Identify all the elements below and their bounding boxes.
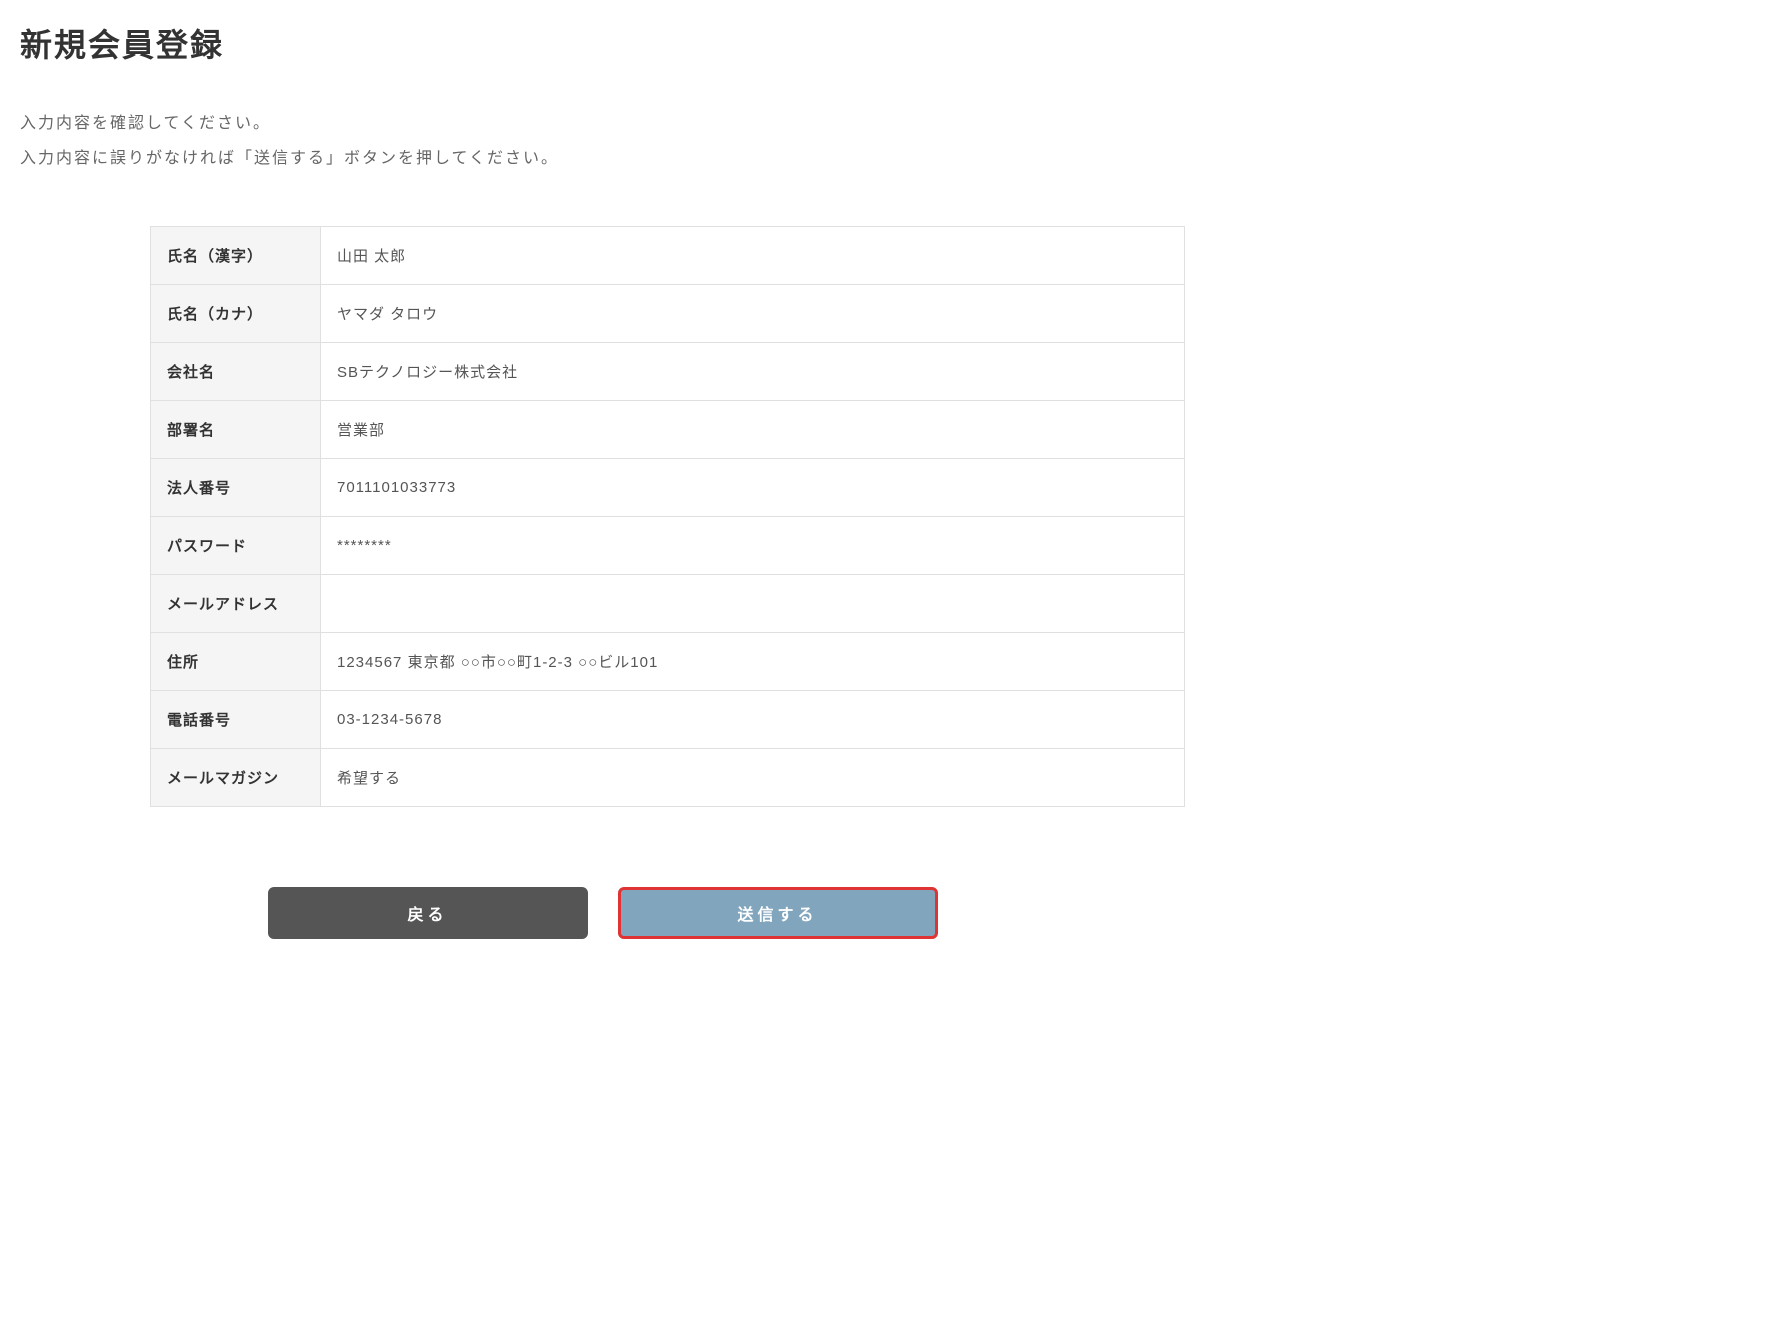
row-department: 部署名 営業部 [151, 401, 1185, 459]
label-mailmagazine: メールマガジン [151, 749, 321, 807]
instructions: 入力内容を確認してください。 入力内容に誤りがなければ「送信する」ボタンを押して… [20, 106, 1300, 176]
row-name-kanji: 氏名（漢字） 山田 太郎 [151, 227, 1185, 285]
value-mailmagazine: 希望する [321, 749, 1185, 807]
value-name-kana: ヤマダ タロウ [321, 285, 1185, 343]
label-address: 住所 [151, 633, 321, 691]
row-phone: 電話番号 03-1234-5678 [151, 691, 1185, 749]
value-company: SBテクノロジー株式会社 [321, 343, 1185, 401]
label-department: 部署名 [151, 401, 321, 459]
value-name-kanji: 山田 太郎 [321, 227, 1185, 285]
value-address: 1234567 東京都 ○○市○○町1-2-3 ○○ビル101 [321, 633, 1185, 691]
confirmation-table: 氏名（漢字） 山田 太郎 氏名（カナ） ヤマダ タロウ 会社名 SBテクノロジー… [150, 226, 1185, 807]
value-phone: 03-1234-5678 [321, 691, 1185, 749]
row-mailmagazine: メールマガジン 希望する [151, 749, 1185, 807]
row-name-kana: 氏名（カナ） ヤマダ タロウ [151, 285, 1185, 343]
submit-button[interactable]: 送信する [618, 887, 938, 939]
label-company: 会社名 [151, 343, 321, 401]
row-corporate-number: 法人番号 7011101033773 [151, 459, 1185, 517]
back-button[interactable]: 戻る [268, 887, 588, 939]
value-corporate-number: 7011101033773 [321, 459, 1185, 517]
value-email [321, 575, 1185, 633]
page-title: 新規会員登録 [20, 20, 1300, 66]
label-name-kanji: 氏名（漢字） [151, 227, 321, 285]
value-department: 営業部 [321, 401, 1185, 459]
row-company: 会社名 SBテクノロジー株式会社 [151, 343, 1185, 401]
value-password: ******** [321, 517, 1185, 575]
row-address: 住所 1234567 東京都 ○○市○○町1-2-3 ○○ビル101 [151, 633, 1185, 691]
label-email: メールアドレス [151, 575, 321, 633]
instruction-line-1: 入力内容を確認してください。 [20, 106, 1300, 141]
label-phone: 電話番号 [151, 691, 321, 749]
button-row: 戻る 送信する [20, 887, 1055, 939]
label-name-kana: 氏名（カナ） [151, 285, 321, 343]
label-corporate-number: 法人番号 [151, 459, 321, 517]
row-email: メールアドレス [151, 575, 1185, 633]
registration-confirm-page: 新規会員登録 入力内容を確認してください。 入力内容に誤りがなければ「送信する」… [20, 20, 1300, 939]
label-password: パスワード [151, 517, 321, 575]
row-password: パスワード ******** [151, 517, 1185, 575]
instruction-line-2: 入力内容に誤りがなければ「送信する」ボタンを押してください。 [20, 141, 1300, 176]
